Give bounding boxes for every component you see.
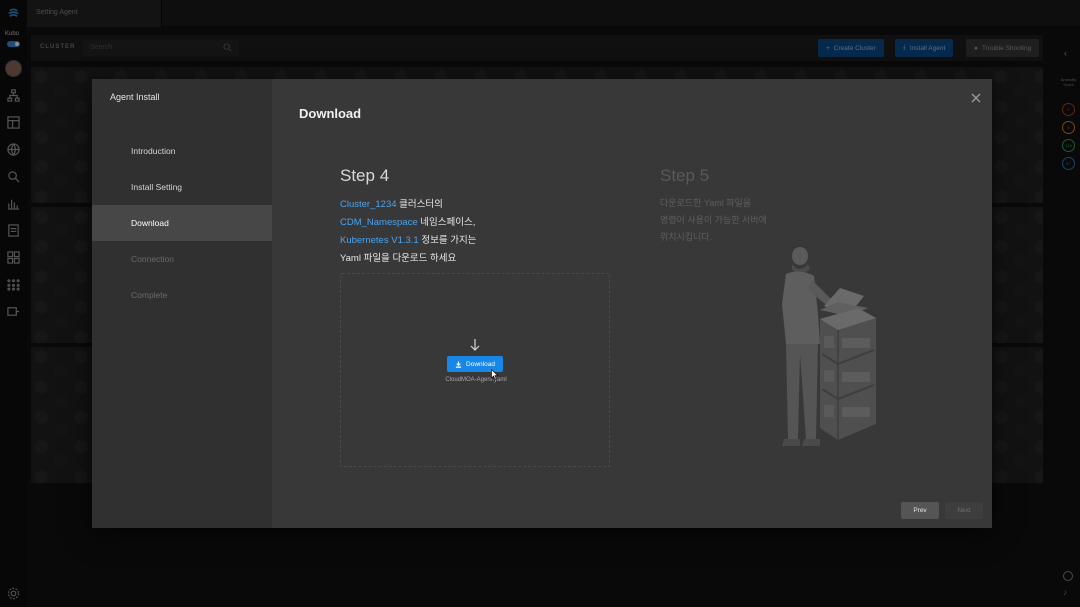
step-label: Download [131, 218, 169, 228]
desc-text: 네임스페이스, [417, 217, 476, 228]
step-download[interactable]: Download [92, 205, 272, 241]
desc-text: 정보를 가지는 [418, 235, 477, 246]
download-file-name: CloudMOA-Agent.yaml [445, 377, 507, 383]
step4-desc-line1: Cluster_1234 클러스터의 [340, 196, 443, 210]
mouse-cursor-icon [491, 369, 499, 380]
step-install-setting[interactable]: Install Setting [92, 169, 272, 205]
step5-desc-line2: 명령어 사용이 가능한 서버에 [660, 215, 767, 225]
close-icon [971, 93, 981, 103]
step5-desc-line1: 다운로드한 Yaml 파일을 [660, 198, 752, 208]
step-connection: Connection [92, 241, 272, 277]
step-label: Complete [131, 290, 168, 300]
agent-install-modal: Agent Install Introduction Install Setti… [92, 79, 992, 528]
modal-step-sidebar: Agent Install Introduction Install Setti… [92, 79, 272, 528]
step-label: Introduction [131, 146, 176, 156]
server-illustration [782, 247, 876, 446]
download-icon [455, 360, 462, 368]
step5-title: Step 5 [660, 166, 710, 185]
step-label: Install Setting [131, 182, 183, 192]
namespace-name: CDM_Namespace [340, 217, 418, 228]
step-label: Connection [131, 254, 175, 264]
step4-desc-line2: CDM_Namespace 네임스페이스, [340, 214, 475, 228]
desc-text: 클러스터의 [396, 199, 443, 210]
modal-title: Agent Install [110, 92, 160, 102]
k8s-version: Kubernetes V1.3.1 [340, 235, 419, 246]
close-button[interactable] [970, 91, 982, 103]
prev-button[interactable]: Prev [901, 502, 939, 519]
next-button[interactable]: Next [945, 502, 983, 519]
download-label: Download [466, 360, 495, 368]
step4-title: Step 4 [340, 166, 390, 185]
modal-heading: Download [299, 106, 362, 121]
step5-desc-line3: 위치시킵니다. [660, 232, 713, 242]
step-complete: Complete [92, 277, 272, 313]
step4-desc-line4: Yaml 파일을 다운로드 하세요 [340, 253, 457, 264]
step-introduction[interactable]: Introduction [92, 133, 272, 169]
download-arrow-icon [469, 338, 481, 352]
cluster-name: Cluster_1234 [340, 199, 397, 210]
download-dropzone: Download CloudMOA-Agent.yaml [340, 273, 610, 467]
step4-desc-line3: Kubernetes V1.3.1 정보를 가지는 [340, 232, 476, 246]
